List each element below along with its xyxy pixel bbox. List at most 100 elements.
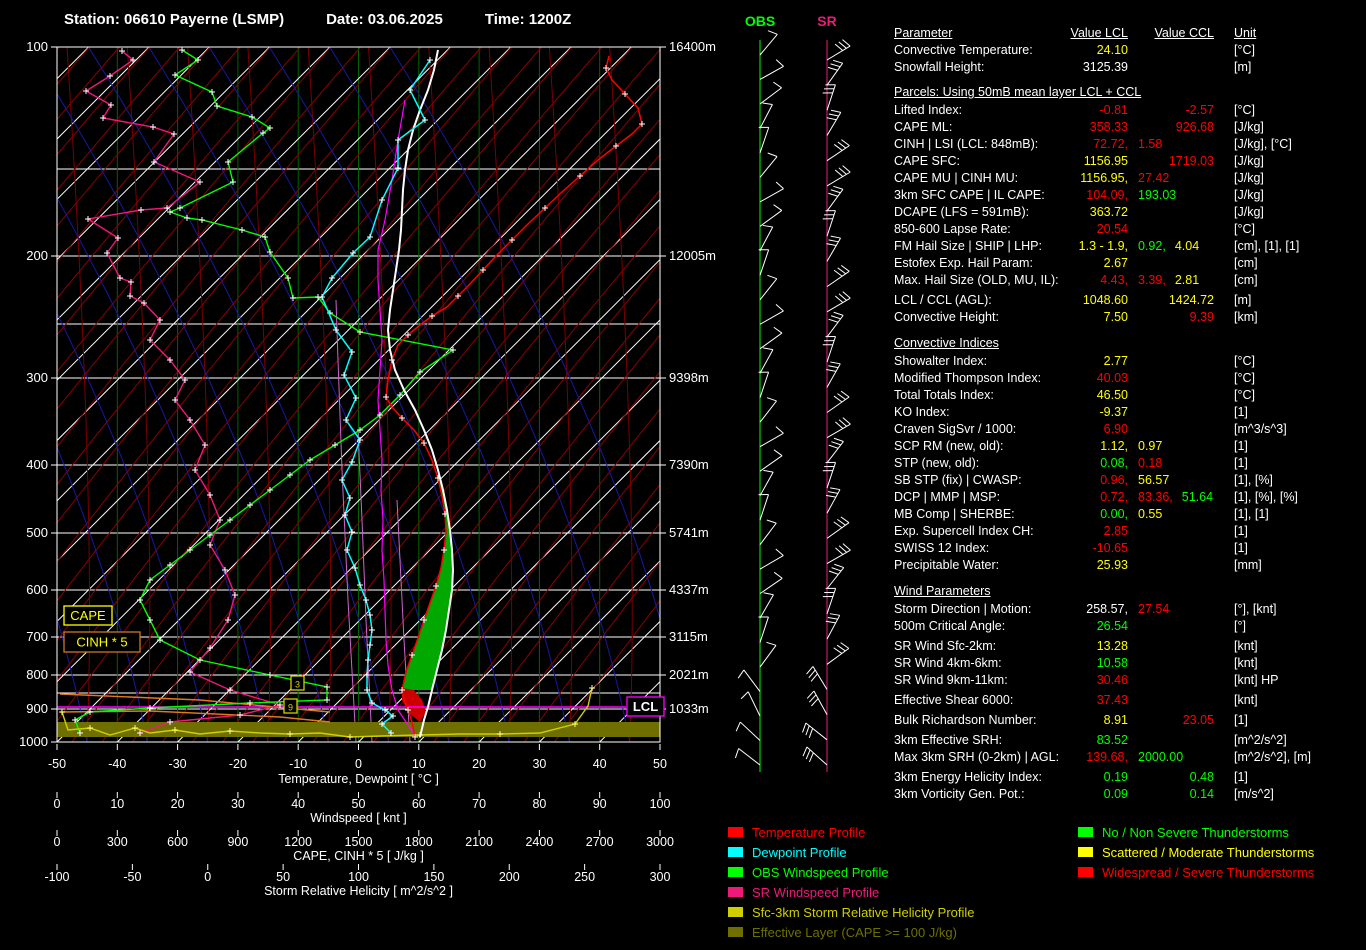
value-ccl-cell: 27.54: [1128, 601, 1228, 618]
param-unit: [1]: [1234, 541, 1248, 555]
value-lcl-cell: 40.03: [1066, 370, 1128, 387]
param-value: 10.58: [1096, 656, 1128, 670]
severity-legend: No / Non Severe Thunderstorms Scattered /…: [1078, 822, 1314, 882]
table-row: Total Totals Index: 46.50 [°C]: [894, 387, 1364, 404]
value-ccl-cell: [1128, 255, 1228, 272]
param-label: DCP | MMP | MSP:: [894, 490, 1001, 504]
legend-swatch: [728, 867, 743, 877]
param-value: 1.3 - 1.9,: [1078, 239, 1128, 253]
sr-barb-column: SR: [802, 13, 851, 772]
value-ccl-cell: -2.57: [1128, 102, 1228, 119]
param-value: 2.77: [1103, 354, 1128, 368]
value-lcl-cell: 30.46: [1066, 672, 1128, 689]
col-value-ccl: Value CCL: [1154, 26, 1214, 40]
value-ccl-cell: 83.36, 51.64: [1128, 489, 1228, 506]
table-header: Parameter Value LCL Value CCL Unit: [894, 25, 1364, 42]
param-label: SCP RM (new, old):: [894, 439, 1004, 453]
table-row: Storm Direction | Motion: 258.57, 27.54 [°]…: [894, 601, 1364, 618]
altitude-label: 7390m: [669, 457, 709, 472]
param-value: -0.81: [1099, 103, 1129, 117]
param-unit: [J/kg]: [1234, 171, 1264, 185]
param-unit: [°C]: [1234, 371, 1255, 385]
axis-tick-label: -100: [44, 870, 69, 884]
severity-legend-item: Widespread / Severe Thunderstorms: [1078, 862, 1314, 882]
param-label: Exp. Supercell Index CH:: [894, 524, 1034, 538]
axis-tick-label: -20: [229, 757, 247, 771]
param-value: 0.00,: [1100, 507, 1128, 521]
value-lcl-cell: 26.54: [1066, 618, 1128, 635]
value-lcl-cell: 0.09: [1066, 786, 1128, 803]
value-ccl-cell: [1128, 421, 1228, 438]
legend-label: Widespread / Severe Thunderstorms: [1102, 864, 1315, 880]
value-ccl-cell: 0.97: [1128, 438, 1228, 455]
value-lcl-cell: 258.57,: [1066, 601, 1128, 618]
axis-tick-label: 40: [593, 757, 607, 771]
srh-mark3-label: 3: [295, 680, 300, 690]
value-lcl-cell: 3125.39: [1066, 59, 1128, 76]
param-unit: [J/kg], [°C]: [1234, 137, 1292, 151]
param-value: 27.42: [1138, 171, 1170, 185]
param-value: 926.68: [1175, 120, 1214, 134]
param-label: STP (new, old):: [894, 456, 980, 470]
param-unit: [1]: [1234, 770, 1248, 784]
value-ccl-cell: [1128, 221, 1228, 238]
param-value: 4.04: [1174, 239, 1200, 253]
param-value: 7.50: [1103, 310, 1128, 324]
legend-label: OBS Windspeed Profile: [752, 864, 889, 880]
param-value: 0.18: [1138, 456, 1163, 470]
value-ccl-cell: [1128, 42, 1228, 59]
value-lcl-cell: 139.68,: [1066, 749, 1128, 766]
param-label: Total Totals Index:: [894, 388, 994, 402]
axis-tick-label: 2100: [465, 835, 493, 849]
param-value: 6.90: [1103, 422, 1128, 436]
axis-tick-label: 250: [574, 870, 595, 884]
legend-label: Sfc-3km Storm Relative Helicity Profile: [752, 904, 975, 920]
param-unit: [1]: [1234, 456, 1248, 470]
pressure-tick-label: 800: [26, 667, 48, 682]
param-value: 1.58: [1138, 137, 1163, 151]
table-row: Convective Temperature: 24.10 [°C]: [894, 42, 1364, 59]
param-unit: [J/kg]: [1234, 120, 1264, 134]
axis-tick-label: 50: [653, 757, 667, 771]
value-ccl-cell: 23.05: [1128, 712, 1228, 729]
altitude-label: 5741m: [669, 525, 709, 540]
altitude-label: 16400m: [669, 39, 716, 54]
profile-legend-item: Effective Layer (CAPE >= 100 J/kg): [728, 922, 975, 942]
axis-tick-label: 0: [355, 757, 362, 771]
profile-legend-item: SR Windspeed Profile: [728, 882, 975, 902]
value-lcl-cell: -10.65: [1066, 540, 1128, 557]
param-value: 1719.03: [1168, 154, 1214, 168]
value-ccl-cell: [1128, 638, 1228, 655]
altitude-label: 12005m: [669, 248, 716, 263]
altitude-label: 1033m: [669, 701, 709, 716]
profile-legend: Temperature Profile Dewpoint Profile OBS W…: [728, 822, 975, 942]
param-unit: [J/kg]: [1234, 188, 1264, 202]
pressure-tick-label: 600: [26, 582, 48, 597]
param-label: Storm Direction | Motion:: [894, 602, 1032, 616]
srh-mark9-label: 9: [288, 703, 293, 713]
value-ccl-cell: [1128, 404, 1228, 421]
param-value: 0.19: [1103, 770, 1128, 784]
legend-label: SR Windspeed Profile: [752, 884, 880, 900]
value-ccl-cell: [1128, 557, 1228, 574]
param-value: 3125.39: [1082, 60, 1128, 74]
pressure-tick-label: 300: [26, 370, 48, 385]
param-value: 83.52: [1096, 733, 1128, 747]
param-unit: [1], [1]: [1234, 507, 1269, 521]
param-unit: [m^2/s^2], [m]: [1234, 750, 1312, 764]
table-row: 500m Critical Angle: 26.54 [°]: [894, 618, 1364, 635]
param-label: 3km Vorticity Gen. Pot.:: [894, 787, 1025, 801]
param-label: Effective Shear 6000:: [894, 693, 1014, 707]
param-value: 24.10: [1096, 43, 1128, 57]
pressure-tick-label: 100: [26, 39, 48, 54]
severity-legend-item: Scattered / Moderate Thunderstorms: [1078, 842, 1314, 862]
section-header: Wind Parameters: [894, 584, 991, 598]
axis-tick-label: -40: [108, 757, 126, 771]
profile-legend-item: OBS Windspeed Profile: [728, 862, 975, 882]
legend-swatch: [728, 827, 743, 837]
param-value: 23.05: [1182, 713, 1214, 727]
param-unit: [J/kg]: [1234, 154, 1264, 168]
table-row: SR Wind 4km-6km: 10.58 [knt]: [894, 655, 1364, 672]
table-row: CINH | LSI (LCL: 848mB): 72.72, 1.58 [J/kg]…: [894, 136, 1364, 153]
legend-label: Effective Layer (CAPE >= 100 J/kg): [752, 924, 957, 940]
